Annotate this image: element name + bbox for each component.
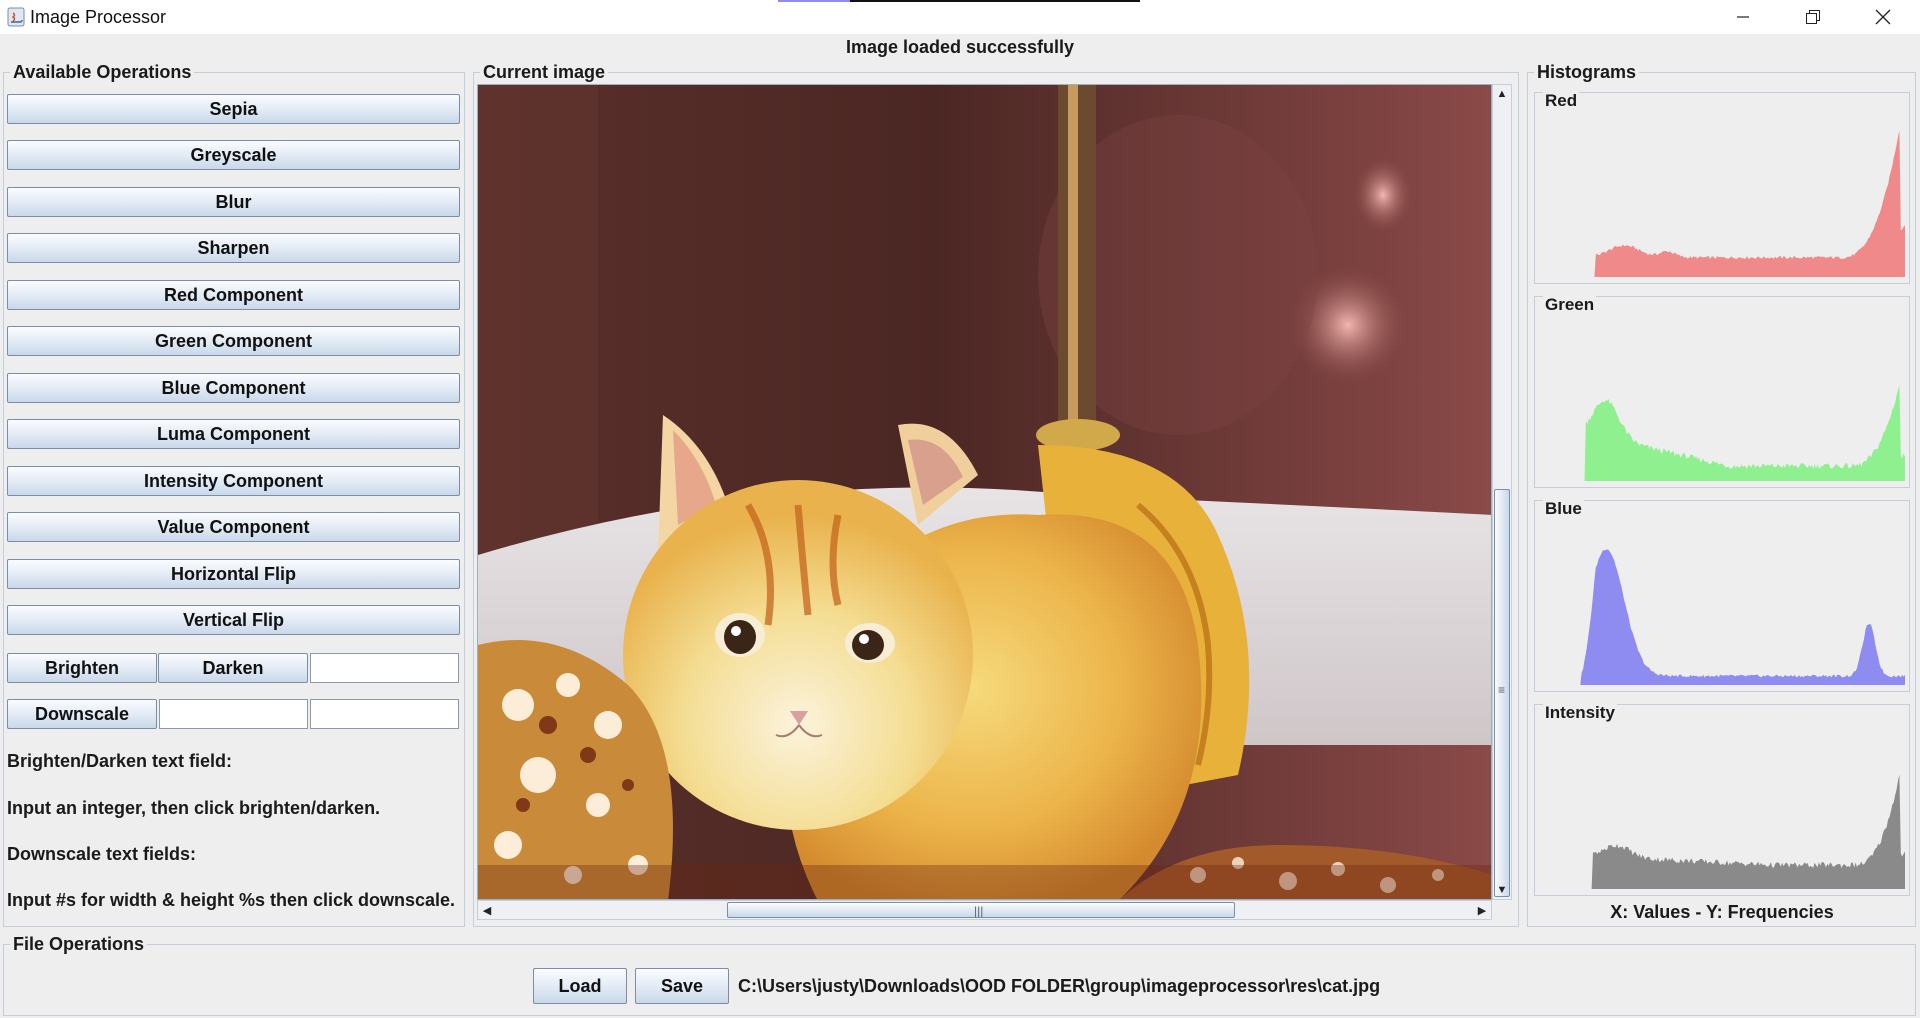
- histograms-title: Histograms: [1534, 62, 1640, 82]
- minimize-button[interactable]: [1708, 0, 1778, 34]
- scroll-right-arrow[interactable]: ▶: [1473, 901, 1491, 919]
- darken-button[interactable]: Darken: [158, 653, 308, 683]
- histogram-intensity-area: [1545, 774, 1905, 889]
- histogram-red-area: [1545, 130, 1905, 277]
- minimize-icon: [1737, 16, 1749, 18]
- histogram-caption: X: Values - Y: Frequencies: [1610, 902, 1834, 922]
- histogram-green-label: Green: [1543, 295, 1597, 315]
- histogram-blue-area: [1545, 549, 1905, 685]
- help-brighten-text: Input an integer, then click brighten/da…: [7, 798, 381, 818]
- histogram-red-plot: [1545, 130, 1905, 277]
- histogram-green: Green: [1534, 295, 1910, 488]
- scroll-left-arrow[interactable]: ◀: [478, 901, 496, 919]
- histogram-red-label: Red: [1543, 91, 1580, 111]
- vertical-scroll-thumb[interactable]: ≡: [1494, 489, 1510, 897]
- scroll-down-arrow[interactable]: ▼: [1493, 881, 1511, 899]
- help-downscale-title: Downscale text fields:: [7, 844, 197, 864]
- histogram-blue-label: Blue: [1543, 499, 1584, 519]
- help-downscale-text: Input #s for width & height %s then clic…: [7, 890, 456, 910]
- brighten-button[interactable]: Brighten: [7, 653, 157, 683]
- load-button[interactable]: Load: [533, 968, 627, 1004]
- luma-component-button[interactable]: Luma Component: [7, 419, 460, 449]
- cat-image: [478, 85, 1491, 899]
- horizontal-flip-button[interactable]: Horizontal Flip: [7, 559, 460, 589]
- image-viewport[interactable]: [477, 84, 1492, 900]
- close-icon: [1875, 9, 1891, 25]
- file-path-label: C:\Users\justy\Downloads\OOD FOLDER\grou…: [738, 976, 1381, 996]
- histogram-intensity-label: Intensity: [1543, 703, 1617, 723]
- restore-icon: [1806, 10, 1820, 24]
- greyscale-button[interactable]: Greyscale: [7, 140, 460, 170]
- vertical-scrollbar[interactable]: ▲ ≡ ▼: [1492, 84, 1512, 900]
- java-app-icon: [7, 7, 25, 27]
- histogram-intensity-plot: [1545, 774, 1905, 889]
- histogram-green-plot: [1545, 385, 1905, 481]
- title-bar: Image Processor: [0, 0, 1920, 34]
- downscale-height-field[interactable]: [310, 699, 459, 729]
- green-component-button[interactable]: Green Component: [7, 326, 460, 356]
- restore-button[interactable]: [1778, 0, 1848, 34]
- file-operations-title: File Operations: [10, 934, 148, 954]
- value-component-button[interactable]: Value Component: [7, 512, 460, 542]
- horizontal-scrollbar[interactable]: ◀ ||| ▶: [477, 900, 1492, 920]
- close-button[interactable]: [1848, 0, 1918, 34]
- sharpen-button[interactable]: Sharpen: [7, 233, 460, 263]
- histogram-intensity: Intensity: [1534, 703, 1910, 896]
- scroll-up-arrow[interactable]: ▲: [1493, 85, 1511, 103]
- thumb-grip-icon: |||: [974, 904, 984, 918]
- status-message: Image loaded successfully: [845, 37, 1075, 57]
- red-component-button[interactable]: Red Component: [7, 280, 460, 310]
- help-brighten-title: Brighten/Darken text field:: [7, 751, 233, 771]
- image-panel-title: Current image: [480, 62, 609, 82]
- downscale-button[interactable]: Downscale: [7, 699, 157, 729]
- downscale-width-field[interactable]: [159, 699, 308, 729]
- blur-button[interactable]: Blur: [7, 187, 460, 217]
- histogram-red: Red: [1534, 91, 1910, 284]
- window-title: Image Processor: [30, 7, 167, 27]
- thumb-grip-icon: ≡: [1498, 683, 1506, 697]
- brighten-amount-field[interactable]: [310, 653, 459, 683]
- blue-component-button[interactable]: Blue Component: [7, 373, 460, 403]
- title-accent-highlight: [778, 0, 850, 2]
- histogram-blue-plot: [1545, 549, 1905, 685]
- operations-title: Available Operations: [10, 62, 195, 82]
- histogram-green-area: [1545, 385, 1905, 481]
- histogram-blue: Blue: [1534, 499, 1910, 692]
- vertical-flip-button[interactable]: Vertical Flip: [7, 605, 460, 635]
- sepia-button[interactable]: Sepia: [7, 94, 460, 124]
- save-button[interactable]: Save: [635, 968, 729, 1004]
- horizontal-scroll-thumb[interactable]: |||: [727, 902, 1235, 918]
- intensity-component-button[interactable]: Intensity Component: [7, 466, 460, 496]
